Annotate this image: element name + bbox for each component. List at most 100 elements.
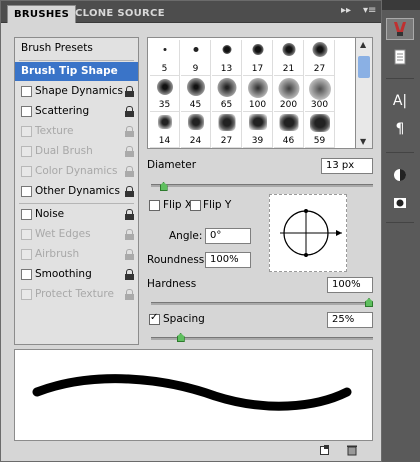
lock-icon[interactable] xyxy=(125,166,134,177)
color-dynamics-checkbox[interactable] xyxy=(21,166,32,177)
brush-size-label: 46 xyxy=(282,136,295,146)
airbrush-checkbox[interactable] xyxy=(21,249,32,260)
angle-roundness-widget[interactable] xyxy=(269,194,347,272)
brush-angle-preview-icon[interactable] xyxy=(270,195,348,273)
tab-brushes[interactable]: BRUSHES xyxy=(7,5,77,23)
hardness-slider[interactable] xyxy=(151,302,373,305)
brush-tip[interactable]: 39 xyxy=(243,112,273,148)
stroke-preview-icon xyxy=(32,374,352,411)
brush-tip[interactable]: 200 xyxy=(274,76,304,112)
brush-tip[interactable]: 27 xyxy=(212,112,242,148)
spacing-field[interactable]: 25% xyxy=(327,312,373,328)
lock-icon[interactable] xyxy=(125,106,134,117)
scroll-thumb[interactable] xyxy=(358,56,370,78)
shape-dynamics-checkbox[interactable] xyxy=(21,86,32,97)
brush-tip[interactable]: 35 xyxy=(150,76,180,112)
sidebar-item-airbrush[interactable]: Airbrush xyxy=(15,245,138,264)
diameter-field[interactable]: 13 px xyxy=(321,158,373,174)
sidebar-item-noise[interactable]: Noise xyxy=(15,205,138,224)
sidebar-item-label: Texture xyxy=(35,125,74,137)
angle-field[interactable]: 0° xyxy=(205,228,251,244)
new-brush-icon[interactable] xyxy=(319,444,331,456)
lock-icon[interactable] xyxy=(125,209,134,220)
spacing-label: Spacing xyxy=(163,313,205,325)
brush-tip[interactable]: 59 xyxy=(305,112,335,148)
brush-tip[interactable]: 13 xyxy=(212,40,242,76)
stroke-preview xyxy=(14,349,373,441)
character-panel-icon[interactable]: A| xyxy=(386,90,414,112)
dock-divider xyxy=(386,78,414,79)
sidebar-item-shape-dynamics[interactable]: Shape Dynamics xyxy=(15,82,138,101)
collapse-icon[interactable]: ▸▸ xyxy=(341,5,351,16)
brush-options-list: Brush Presets Brush Tip Shape Shape Dyna… xyxy=(14,37,139,345)
flip-y-checkbox[interactable] xyxy=(190,200,201,211)
texture-checkbox[interactable] xyxy=(21,126,32,137)
brush-tip[interactable]: 45 xyxy=(181,76,211,112)
masks-icon[interactable] xyxy=(386,192,414,214)
sidebar-item-protect-texture[interactable]: Protect Texture xyxy=(15,285,138,304)
sidebar-item-scattering[interactable]: Scattering xyxy=(15,102,138,121)
lock-icon[interactable] xyxy=(125,186,134,197)
brush-tip[interactable]: 100 xyxy=(243,76,273,112)
brush-tip[interactable]: 14 xyxy=(150,112,180,148)
scattering-checkbox[interactable] xyxy=(21,106,32,117)
lock-icon[interactable] xyxy=(125,86,134,97)
brush-size-label: 21 xyxy=(282,64,295,74)
trash-icon[interactable] xyxy=(346,444,358,456)
brush-tip[interactable]: 9 xyxy=(181,40,211,76)
dock-divider xyxy=(386,152,414,153)
sidebar-item-color-dynamics[interactable]: Color Dynamics xyxy=(15,162,138,181)
hardness-field[interactable]: 100% xyxy=(327,277,373,293)
brush-tip[interactable]: 5 xyxy=(150,40,180,76)
brush-tip-shape-item[interactable]: Brush Tip Shape xyxy=(15,62,138,81)
scroll-up-icon[interactable]: ▲ xyxy=(360,40,366,49)
lock-icon[interactable] xyxy=(125,289,134,300)
flip-x-checkbox[interactable] xyxy=(149,200,160,211)
protect-texture-checkbox[interactable] xyxy=(21,289,32,300)
spacing-checkbox[interactable] xyxy=(149,312,160,325)
preset-scrollbar[interactable]: ▲ ▼ xyxy=(355,37,373,149)
wet-edges-checkbox[interactable] xyxy=(21,229,32,240)
sidebar-item-smoothing[interactable]: Smoothing xyxy=(15,265,138,284)
paragraph-panel-icon[interactable]: ¶ xyxy=(386,118,414,140)
brush-presets-label: Brush Presets xyxy=(21,42,93,54)
brush-tip[interactable]: 17 xyxy=(243,40,273,76)
clone-source-icon[interactable] xyxy=(386,46,414,68)
lock-icon[interactable] xyxy=(125,229,134,240)
lock-icon[interactable] xyxy=(125,269,134,280)
brush-tip[interactable]: 24 xyxy=(181,112,211,148)
brush-tip[interactable]: 21 xyxy=(274,40,304,76)
brush-tip[interactable]: 65 xyxy=(212,76,242,112)
flip-y-label: Flip Y xyxy=(203,199,232,211)
brushes-panel-icon[interactable] xyxy=(386,18,414,40)
sidebar-item-other-dynamics[interactable]: Other Dynamics xyxy=(15,182,138,201)
brush-presets-item[interactable]: Brush Presets xyxy=(15,39,138,58)
dual-brush-checkbox[interactable] xyxy=(21,146,32,157)
sidebar-item-label: Noise xyxy=(35,208,65,220)
dock-header xyxy=(382,0,420,10)
hardness-slider-knob[interactable] xyxy=(365,298,373,307)
scroll-down-icon[interactable]: ▼ xyxy=(360,137,366,146)
tab-clone-source[interactable]: CLONE SOURCE xyxy=(69,5,171,23)
brush-tip[interactable]: 300 xyxy=(305,76,335,112)
lock-icon[interactable] xyxy=(125,146,134,157)
other-dynamics-checkbox[interactable] xyxy=(21,186,32,197)
spacing-slider-knob[interactable] xyxy=(176,333,185,342)
brush-tip[interactable]: 46 xyxy=(274,112,304,148)
sidebar-item-label: Protect Texture xyxy=(35,288,114,300)
lock-icon[interactable] xyxy=(125,126,134,137)
brush-size-label: 200 xyxy=(279,100,298,110)
noise-checkbox[interactable] xyxy=(21,209,32,220)
sidebar-item-texture[interactable]: Texture xyxy=(15,122,138,141)
brush-size-label: 14 xyxy=(158,136,171,146)
lock-icon[interactable] xyxy=(125,249,134,260)
roundness-field[interactable]: 100% xyxy=(205,252,251,268)
panel-menu-icon[interactable]: ▾≡ xyxy=(363,5,376,16)
diameter-slider[interactable] xyxy=(151,184,373,187)
brush-size-label: 24 xyxy=(189,136,202,146)
sidebar-item-dual-brush[interactable]: Dual Brush xyxy=(15,142,138,161)
sidebar-item-wet-edges[interactable]: Wet Edges xyxy=(15,225,138,244)
brush-tip[interactable]: 27 xyxy=(305,40,335,76)
smoothing-checkbox[interactable] xyxy=(21,269,32,280)
adjustments-icon[interactable] xyxy=(386,164,414,186)
